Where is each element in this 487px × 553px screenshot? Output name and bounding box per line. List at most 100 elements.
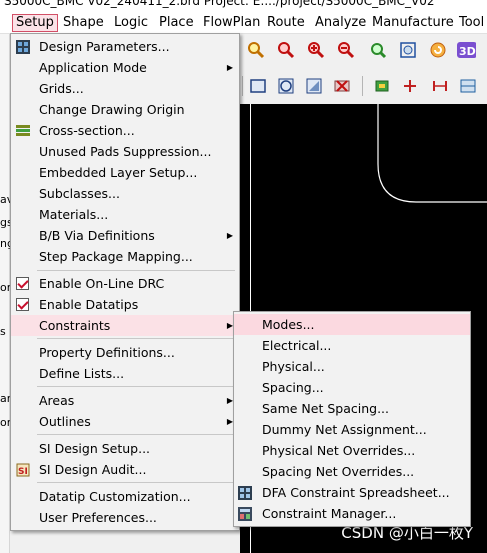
- left-fragment: gs: [0, 216, 10, 229]
- menu-manufacture[interactable]: Manufacture: [369, 14, 457, 32]
- design-parameters-icon: [15, 39, 30, 54]
- submenu-item-electrical[interactable]: Electrical...: [234, 335, 470, 356]
- menu-item-label: SI Design Setup...: [39, 441, 151, 456]
- menu-item-define-lists[interactable]: Define Lists...: [11, 363, 239, 384]
- si-audit-icon: SI: [15, 462, 30, 477]
- menu-item-label: Spacing Net Overrides...: [262, 464, 415, 479]
- menu-item-materials[interactable]: Materials...: [11, 204, 239, 225]
- menu-item-label: Design Parameters...: [39, 39, 170, 54]
- menu-item-user-preferences[interactable]: User Preferences...: [11, 507, 239, 528]
- redraw-icon[interactable]: [428, 40, 448, 60]
- zoom-minus-icon[interactable]: [336, 40, 356, 60]
- menu-item-label: SI Design Audit...: [39, 462, 147, 477]
- left-fragment: ors: [0, 281, 10, 294]
- constraint-manager-icon: [238, 506, 253, 521]
- submenu-item-dummy-net[interactable]: Dummy Net Assignment...: [234, 419, 470, 440]
- menu-item-embedded-layer[interactable]: Embedded Layer Setup...: [11, 162, 239, 183]
- menu-item-label: Enable On-Line DRC: [39, 276, 165, 291]
- menu-item-subclasses[interactable]: Subclasses...: [11, 183, 239, 204]
- menu-item-label: Application Mode: [39, 60, 147, 75]
- component-icon[interactable]: [372, 76, 392, 96]
- submenu-item-modes[interactable]: Modes...: [234, 314, 470, 335]
- menu-shape[interactable]: Shape: [60, 14, 107, 32]
- submenu-item-physical[interactable]: Physical...: [234, 356, 470, 377]
- toolbar: 3D: [240, 34, 487, 104]
- menu-item-label: Areas: [39, 393, 75, 408]
- layer-icon[interactable]: [458, 76, 478, 96]
- menu-item-grids[interactable]: Grids...: [11, 78, 239, 99]
- menu-item-label: B/B Via Definitions: [39, 228, 155, 243]
- menu-item-design-parameters[interactable]: Design Parameters...: [11, 36, 239, 57]
- circle-icon[interactable]: [276, 76, 296, 96]
- left-fragment: am: [0, 392, 10, 405]
- menu-item-label: Property Definitions...: [39, 345, 175, 360]
- window-title: S5000C_BMC V02_240411_2.brd Project: E:.…: [4, 0, 435, 8]
- menu-item-si-design-audit[interactable]: SI SI Design Audit...: [11, 459, 239, 480]
- menu-item-label: Grids...: [39, 81, 84, 96]
- menu-item-label: DFA Constraint Spreadsheet...: [262, 485, 450, 500]
- submenu-item-spacing-net-overrides[interactable]: Spacing Net Overrides...: [234, 461, 470, 482]
- checkbox-checked-icon: [15, 276, 30, 291]
- left-fragment: avi: [0, 193, 10, 206]
- menu-flowplan[interactable]: FlowPlan: [200, 14, 263, 32]
- zoom-plus-icon[interactable]: [306, 40, 326, 60]
- menu-setup[interactable]: Setup: [12, 14, 58, 32]
- menu-item-change-drawing-origin[interactable]: Change Drawing Origin: [11, 99, 239, 120]
- window-title-bar: S5000C_BMC V02_240411_2.brd Project: E:.…: [0, 0, 487, 12]
- menu-item-label: Subclasses...: [39, 186, 120, 201]
- spreadsheet-icon: [238, 485, 253, 500]
- 3d-view-icon[interactable]: 3D: [456, 40, 476, 60]
- menu-item-label: Define Lists...: [39, 366, 125, 381]
- menu-item-step-package[interactable]: Step Package Mapping...: [11, 246, 239, 267]
- menu-item-label: Constraints: [39, 318, 111, 333]
- zoom-world-icon[interactable]: [398, 40, 418, 60]
- setup-menu: Design Parameters... Application Mode ▶ …: [10, 33, 240, 531]
- menu-item-label: Electrical...: [262, 338, 332, 353]
- menu-item-outlines[interactable]: Outlines ▶: [11, 411, 239, 432]
- zoom-fit-icon[interactable]: [246, 40, 266, 60]
- menu-item-datatip-customization[interactable]: Datatip Customization...: [11, 486, 239, 507]
- zoom-in-icon[interactable]: [276, 40, 296, 60]
- menu-item-label: Materials...: [39, 207, 109, 222]
- menu-item-datatips[interactable]: Enable Datatips: [11, 294, 239, 315]
- menu-item-areas[interactable]: Areas ▶: [11, 390, 239, 411]
- menu-separator: [37, 338, 235, 339]
- rectangle-icon[interactable]: [248, 76, 268, 96]
- submenu-item-dfa-spreadsheet[interactable]: DFA Constraint Spreadsheet...: [234, 482, 470, 503]
- menu-item-label: Physical Net Overrides...: [262, 443, 416, 458]
- menu-analyze[interactable]: Analyze: [312, 14, 369, 32]
- polygon-icon[interactable]: [304, 76, 324, 96]
- menu-item-label: Step Package Mapping...: [39, 249, 193, 264]
- zoom-previous-icon[interactable]: [368, 40, 388, 60]
- submenu-item-spacing[interactable]: Spacing...: [234, 377, 470, 398]
- submenu-item-constraint-manager[interactable]: Constraint Manager...: [234, 503, 470, 524]
- menu-item-bb-via[interactable]: B/B Via Definitions ▶: [11, 225, 239, 246]
- menu-separator: [37, 270, 235, 271]
- delete-shape-icon[interactable]: [332, 76, 352, 96]
- menu-item-application-mode[interactable]: Application Mode ▶: [11, 57, 239, 78]
- menu-item-cross-section[interactable]: Cross-section...: [11, 120, 239, 141]
- menu-place[interactable]: Place: [156, 14, 197, 32]
- menu-item-label: Same Net Spacing...: [262, 401, 390, 416]
- menu-item-label: Modes...: [262, 317, 315, 332]
- menu-item-constraints[interactable]: Constraints ▶: [11, 315, 239, 336]
- menu-logic[interactable]: Logic: [111, 14, 151, 32]
- cross-section-icon: [15, 123, 30, 138]
- menu-item-si-design-setup[interactable]: SI Design Setup...: [11, 438, 239, 459]
- dimension-icon[interactable]: [430, 76, 450, 96]
- menu-item-label: Spacing...: [262, 380, 324, 395]
- menu-item-online-drc[interactable]: Enable On-Line DRC: [11, 273, 239, 294]
- menu-route[interactable]: Route: [264, 14, 308, 32]
- submenu-item-physical-net-overrides[interactable]: Physical Net Overrides...: [234, 440, 470, 461]
- pin-measure-icon[interactable]: [400, 76, 420, 96]
- menu-tool[interactable]: Tool: [456, 14, 487, 32]
- menubar: Setup Shape Logic Place FlowPlan Route A…: [0, 12, 487, 34]
- menu-item-label: Embedded Layer Setup...: [39, 165, 198, 180]
- submenu-item-same-net-spacing[interactable]: Same Net Spacing...: [234, 398, 470, 419]
- menu-item-label: Physical...: [262, 359, 325, 374]
- menu-item-unused-pads[interactable]: Unused Pads Suppression...: [11, 141, 239, 162]
- menu-item-label: Unused Pads Suppression...: [39, 144, 212, 159]
- menu-item-label: Enable Datatips: [39, 297, 139, 312]
- menu-item-property-definitions[interactable]: Property Definitions...: [11, 342, 239, 363]
- left-panel: avi gs ngs ors s am or: [0, 34, 10, 553]
